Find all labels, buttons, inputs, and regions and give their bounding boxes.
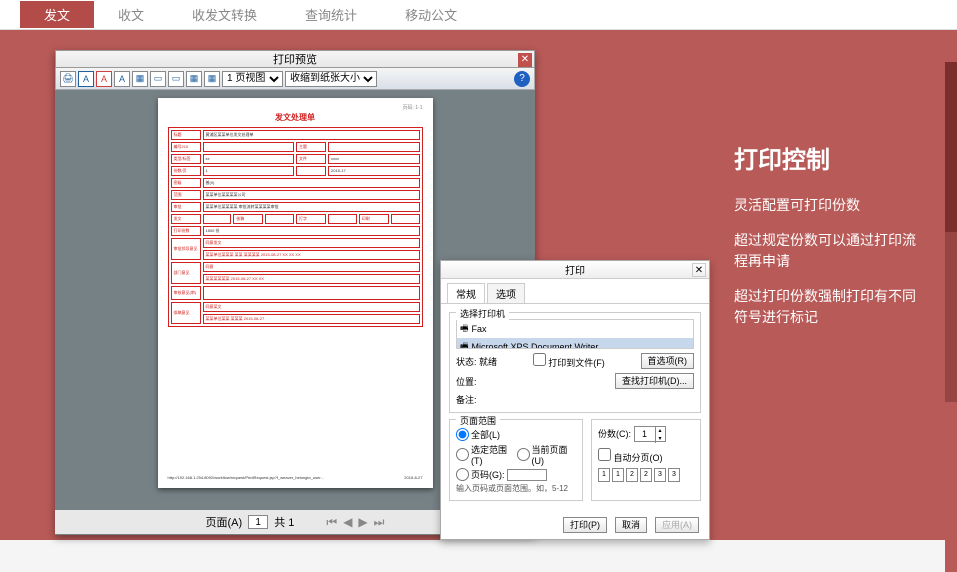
top-tabs: 发文 收文 收发文转换 查询统计 移动公文 [0, 0, 957, 30]
fitw-icon[interactable]: ▭ [168, 71, 184, 87]
last-page-icon[interactable]: ⏭ [374, 515, 385, 530]
help-icon[interactable]: ? [514, 71, 530, 87]
view-select[interactable]: 1 页视图 [222, 71, 283, 87]
range-current-radio[interactable] [517, 448, 530, 461]
accent-bars [945, 62, 957, 572]
copies-spinner[interactable]: ▴▾ [634, 426, 666, 442]
tab-general[interactable]: 常规 [447, 283, 485, 303]
collate-check[interactable] [598, 448, 611, 461]
doc-title: 发文处理单 [168, 112, 423, 123]
mode-a-icon[interactable]: A [78, 71, 94, 87]
pages-input[interactable] [507, 469, 547, 481]
printer-xps[interactable]: 🖷Microsoft XPS Document Writer [457, 338, 693, 349]
print-dialog: 打印 ✕ 常规 选项 选择打印机 🖷Fax 🖷Microsoft XPS Doc… [440, 260, 710, 540]
printer-icon: 🖷 [460, 321, 469, 337]
collate-preview: 112233 [598, 468, 680, 482]
preview-url: http://192.168.1.254:8092/workflow/reque… [168, 475, 324, 480]
zoom-select[interactable]: 收缩到纸张大小 [285, 71, 377, 87]
tab-query[interactable]: 查询统计 [281, 1, 381, 28]
next-page-icon[interactable]: ▶ [358, 515, 367, 529]
tab-send[interactable]: 发文 [20, 1, 94, 28]
info-title: 打印控制 [734, 140, 929, 175]
tab-receive[interactable]: 收文 [94, 1, 168, 28]
printer-icon: 🖷 [460, 339, 469, 349]
apply-button[interactable]: 应用(A) [655, 517, 699, 533]
spin-down-icon[interactable]: ▾ [655, 435, 665, 443]
cancel-button[interactable]: 取消 [615, 517, 647, 533]
printer-fax[interactable]: 🖷Fax [457, 320, 693, 338]
print-close-icon[interactable]: ✕ [692, 263, 706, 277]
info-line: 超过规定份数可以通过打印流程再申请 [734, 230, 929, 272]
print-title: 打印 [565, 262, 585, 277]
print-icon[interactable]: 🖨 [60, 71, 76, 87]
prev-page-icon[interactable]: ◀ [343, 515, 352, 529]
mode-b-icon[interactable]: A [96, 71, 112, 87]
first-page-icon[interactable]: ⏮ [326, 515, 337, 530]
signature-1: 同意发文 [203, 238, 420, 248]
grid-icon[interactable]: ▦ [204, 71, 220, 87]
doc-form: 标题黄浦区某某单位发文处理单 编号210主题 类型/标签xx文件xxxx 份数/… [168, 127, 423, 327]
range-pages-radio[interactable] [456, 468, 469, 481]
mode-c-icon[interactable]: A [114, 71, 130, 87]
signature-3: 同意某文 [203, 302, 420, 312]
info-line: 超过打印份数强制打印有不同符号进行标记 [734, 286, 929, 328]
page-indicator: 页码: 1-1 [402, 104, 422, 111]
print-button[interactable]: 打印(P) [563, 517, 607, 533]
tab-options[interactable]: 选项 [487, 283, 525, 303]
signature-2: 同意 [203, 262, 420, 272]
printer-list[interactable]: 🖷Fax 🖷Microsoft XPS Document Writer [456, 319, 694, 349]
range-selection-radio[interactable] [456, 448, 469, 461]
info-panel: 打印控制 灵活配置可打印份数 超过规定份数可以通过打印流程再申请 超过打印份数强… [734, 140, 929, 342]
find-printer-button[interactable]: 查找打印机(D)... [615, 373, 694, 389]
page-input[interactable] [248, 515, 268, 529]
close-icon[interactable]: ✕ [518, 53, 532, 67]
range-all-radio[interactable] [456, 428, 469, 441]
tab-convert[interactable]: 收发文转换 [168, 1, 281, 28]
preferences-button[interactable]: 首选项(R) [641, 353, 695, 369]
tab-mobile[interactable]: 移动公文 [381, 1, 481, 28]
preview-title: 打印预览 [273, 51, 317, 67]
info-line: 灵活配置可打印份数 [734, 195, 929, 216]
multi-icon[interactable]: ▦ [186, 71, 202, 87]
to-file-check[interactable] [533, 353, 546, 366]
preview-page: 页码: 1-1 发文处理单 标题黄浦区某某单位发文处理单 编号210主题 类型/… [158, 98, 433, 488]
spin-up-icon[interactable]: ▴ [655, 427, 665, 435]
fit-icon[interactable]: ▭ [150, 71, 166, 87]
preview-toolbar: 🖨 A A A ▦ ▭ ▭ ▦ ▦ 1 页视图 收缩到纸张大小 ? [55, 68, 535, 90]
layout-icon[interactable]: ▦ [132, 71, 148, 87]
